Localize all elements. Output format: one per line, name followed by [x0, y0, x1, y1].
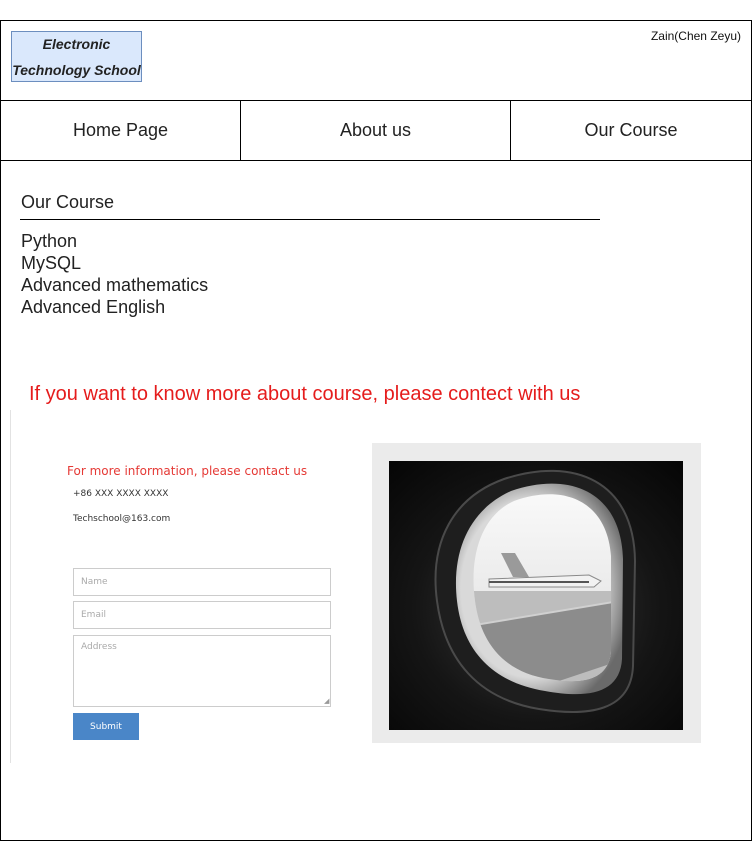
contact-call-to-action: If you want to know more about course, p…	[29, 383, 581, 405]
photo-panel	[372, 443, 701, 743]
courses-divider	[20, 219, 600, 220]
school-logo[interactable]: Electronic Technology School	[11, 31, 142, 82]
name-input[interactable]	[73, 568, 331, 596]
user-name: Zain(Chen Zeyu)	[650, 29, 741, 43]
course-item-english: Advanced English	[21, 297, 166, 317]
airplane-window-photo	[389, 461, 683, 730]
nav-our-course[interactable]: Our Course	[511, 101, 751, 160]
nav-about[interactable]: About us	[241, 101, 511, 160]
logo-line-1: Electronic	[42, 35, 111, 52]
course-list: Python MySQL Advanced mathematics Advanc…	[21, 230, 208, 318]
contact-heading: For more information, please contact us	[67, 464, 308, 478]
address-input[interactable]	[73, 635, 331, 707]
resize-grip-icon[interactable]: ◢	[324, 698, 330, 705]
main-nav: Home Page About us Our Course	[1, 100, 751, 161]
course-item-mysql: MySQL	[21, 253, 82, 273]
courses-title: Our Course	[21, 192, 115, 212]
logo-line-2: Technology School	[12, 61, 141, 78]
submit-button[interactable]: Submit	[73, 713, 139, 740]
course-item-math: Advanced mathematics	[21, 275, 209, 295]
contact-section-edge	[10, 410, 11, 763]
course-item-python: Python	[21, 231, 78, 251]
nav-home[interactable]: Home Page	[1, 101, 241, 160]
email-input[interactable]	[73, 601, 331, 629]
contact-phone: +86 XXX XXXX XXXX	[73, 489, 169, 499]
contact-email: Techschool@163.com	[73, 514, 171, 524]
